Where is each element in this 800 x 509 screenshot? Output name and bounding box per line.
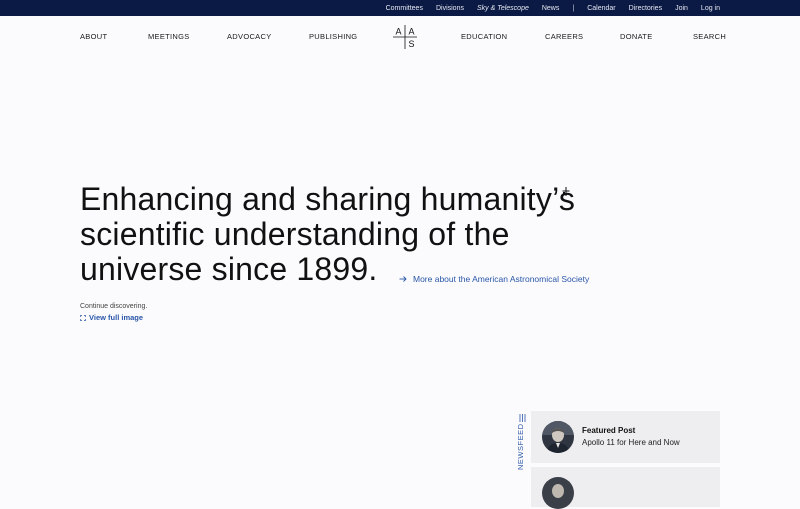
nav-item-donate[interactable]: DONATE [620, 32, 653, 41]
main-navigation: ABOUT MEETINGS ADVOCACY PUBLISHING A A S… [0, 16, 800, 56]
more-about-link[interactable]: More about the American Astronomical Soc… [399, 274, 589, 284]
view-full-image-link[interactable]: View full image [80, 313, 143, 322]
nav-item-education[interactable]: EDUCATION [461, 32, 507, 41]
more-about-link-label: More about the American Astronomical Soc… [413, 274, 590, 284]
hero-heading-line: scientific understanding of the [80, 216, 510, 252]
mouse-cursor-icon [562, 187, 570, 196]
newsfeed-card[interactable]: Featured Post Apollo 11 for Here and Now [531, 411, 720, 463]
nav-item-meetings[interactable]: MEETINGS [148, 32, 190, 41]
nav-item-publishing[interactable]: PUBLISHING [309, 32, 357, 41]
logo-letter: S [408, 39, 414, 49]
utility-separator: | [572, 4, 575, 12]
utility-link-join[interactable]: Join [675, 5, 688, 12]
utility-link-committees[interactable]: Committees [386, 5, 423, 12]
utility-bar: Committees Divisions Sky & Telescope New… [0, 0, 800, 16]
hero-heading: Enhancing and sharing humanity’s scienti… [80, 182, 600, 287]
expand-icon [80, 314, 86, 321]
logo-letter: A [395, 27, 401, 37]
aas-logo[interactable]: A A S [393, 25, 417, 49]
utility-link-news[interactable]: News [542, 5, 560, 12]
card-title: Featured Post [582, 426, 636, 435]
utility-link-login[interactable]: Log in [701, 5, 720, 12]
newsfeed-card[interactable] [531, 467, 720, 509]
newsfeed-label: NEWSFEED [516, 423, 525, 470]
utility-link-directories[interactable]: Directories [629, 5, 662, 12]
newsfeed-tab[interactable]: NEWSFEED [515, 414, 529, 470]
view-full-image-label: View full image [89, 313, 144, 322]
utility-link-calendar[interactable]: Calendar [587, 5, 615, 12]
nav-item-about[interactable]: ABOUT [80, 32, 107, 41]
card-subtitle: Apollo 11 for Here and Now [582, 438, 680, 447]
nav-item-careers[interactable]: CAREERS [545, 32, 583, 41]
logo-letter: A [408, 27, 414, 37]
utility-link-sky-telescope[interactable]: Sky & Telescope [477, 5, 529, 12]
nav-item-advocacy[interactable]: ADVOCACY [227, 32, 272, 41]
utility-link-divisions[interactable]: Divisions [436, 5, 464, 12]
hero-caption: Continue discovering. [80, 303, 148, 310]
arrow-right-icon [399, 276, 407, 282]
hero-heading-line: Enhancing and sharing humanity’s [80, 181, 576, 217]
avatar [542, 421, 574, 453]
nav-item-search[interactable]: SEARCH [693, 32, 726, 41]
